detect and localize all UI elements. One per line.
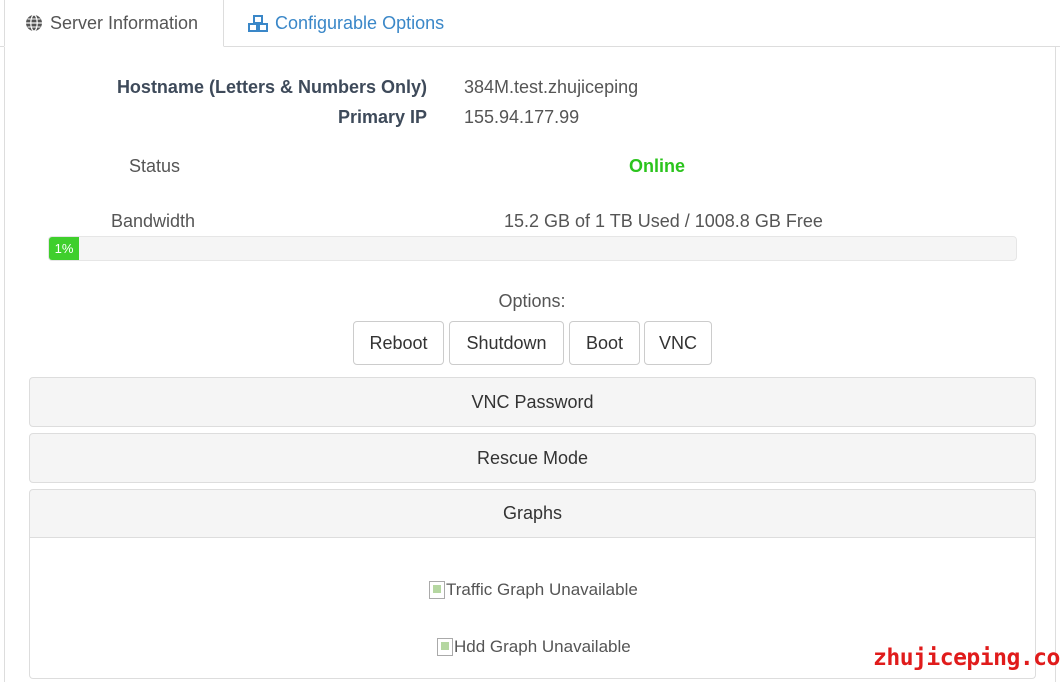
bandwidth-value: 15.2 GB of 1 TB Used / 1008.8 GB Free (504, 211, 823, 231)
rescue-mode-panel[interactable]: Rescue Mode (29, 433, 1036, 483)
hostname-value: 384M.test.zhujiceping (464, 77, 639, 97)
tab-configurable-options[interactable]: Configurable Options (248, 0, 444, 47)
vnc-password-panel[interactable]: VNC Password (29, 377, 1036, 427)
status-badge: Online (629, 156, 686, 176)
shutdown-button[interactable]: Shutdown (449, 321, 564, 365)
primary-ip-label: Primary IP (337, 107, 427, 127)
hdd-graph-image: Hdd Graph Unavailable (437, 637, 631, 657)
bandwidth-progress-fill: 1% (49, 237, 79, 260)
traffic-graph-alt-text: Traffic Graph Unavailable (446, 580, 638, 599)
globe-icon (26, 14, 42, 32)
vnc-button[interactable]: VNC (644, 321, 712, 365)
rescue-mode-panel-title: Rescue Mode (476, 447, 589, 468)
graphs-panel-title: Graphs (502, 503, 563, 523)
cubes-icon (248, 14, 268, 32)
bandwidth-progress-bar: 1% (48, 236, 1017, 261)
broken-image-icon (437, 638, 453, 656)
bandwidth-label: Bandwidth (111, 211, 196, 231)
graphs-panel[interactable]: Graphs (29, 489, 1036, 538)
status-label: Status (129, 156, 181, 176)
hdd-graph-alt-text: Hdd Graph Unavailable (454, 637, 631, 656)
tab-server-information[interactable]: Server Information (4, 0, 224, 47)
tab-configurable-options-label: Configurable Options (275, 13, 445, 33)
broken-image-icon (429, 581, 445, 599)
tab-bar: Server Information Configurable Options (0, 0, 1060, 47)
hostname-label: Hostname (Letters & Numbers Only) (116, 77, 427, 97)
watermark: zhujiceping.com (873, 645, 1060, 671)
primary-ip-value: 155.94.177.99 (464, 107, 580, 127)
traffic-graph-image: Traffic Graph Unavailable (429, 580, 638, 600)
reboot-button[interactable]: Reboot (353, 321, 444, 365)
boot-button[interactable]: Boot (569, 321, 640, 365)
tab-server-information-label: Server Information (50, 12, 199, 33)
vnc-password-panel-title: VNC Password (471, 391, 594, 412)
options-label: Options: (498, 291, 566, 311)
